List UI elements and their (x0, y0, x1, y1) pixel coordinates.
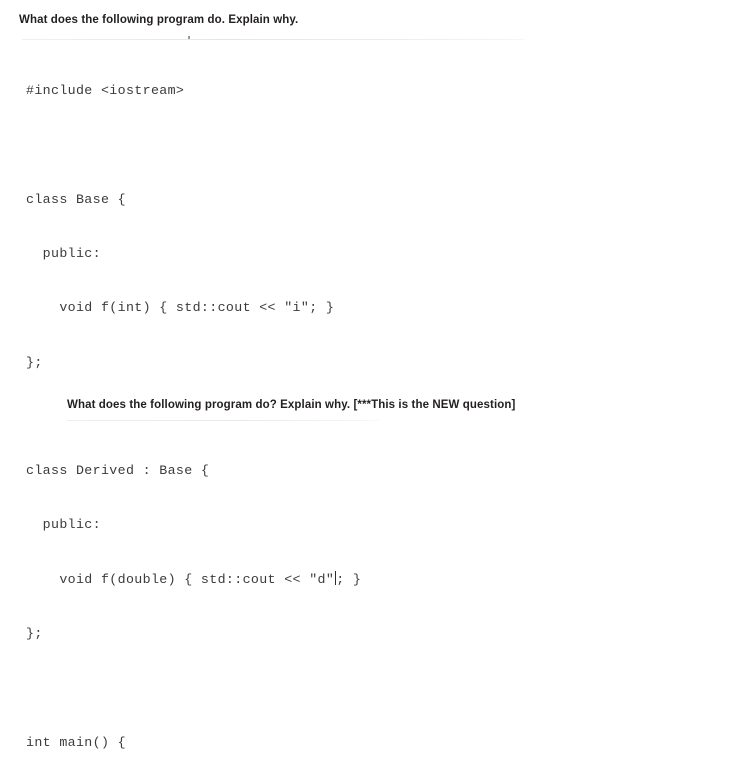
rule-dot-mark-1 (188, 36, 190, 39)
code-line: class Base { (26, 191, 126, 207)
code-block-1[interactable]: #include <iostream> class Base { public:… (26, 46, 361, 782)
code-text-after-caret: ; } (336, 571, 362, 587)
code-line: }; (26, 626, 43, 641)
question-block-1: What does the following program do. Expl… (0, 0, 755, 750)
code-line-with-caret: void f(double) { std::cout << "d"; } (26, 570, 362, 589)
code-line: class Derived : Base { (26, 463, 210, 479)
separator-rule-1 (22, 39, 525, 40)
code-line: }; (26, 354, 43, 370)
separator-rule-2 (67, 420, 379, 421)
code-line: public: (26, 246, 101, 262)
code-line: public: (26, 517, 101, 533)
code-line: void f(int) { std::cout << "i"; } (26, 300, 335, 316)
question-2-heading: What does the following program do? Expl… (67, 399, 516, 411)
code-text-before-caret: void f(double) { std::cout << "d" (26, 571, 335, 587)
document-page: What does the following program do. Expl… (0, 0, 755, 782)
code-line: #include <iostream> (26, 83, 185, 99)
question-1-heading: What does the following program do. Expl… (19, 14, 299, 26)
question-block-2: What does the following program do? Expl… (46, 386, 755, 421)
code-line: int main() { (26, 734, 126, 750)
